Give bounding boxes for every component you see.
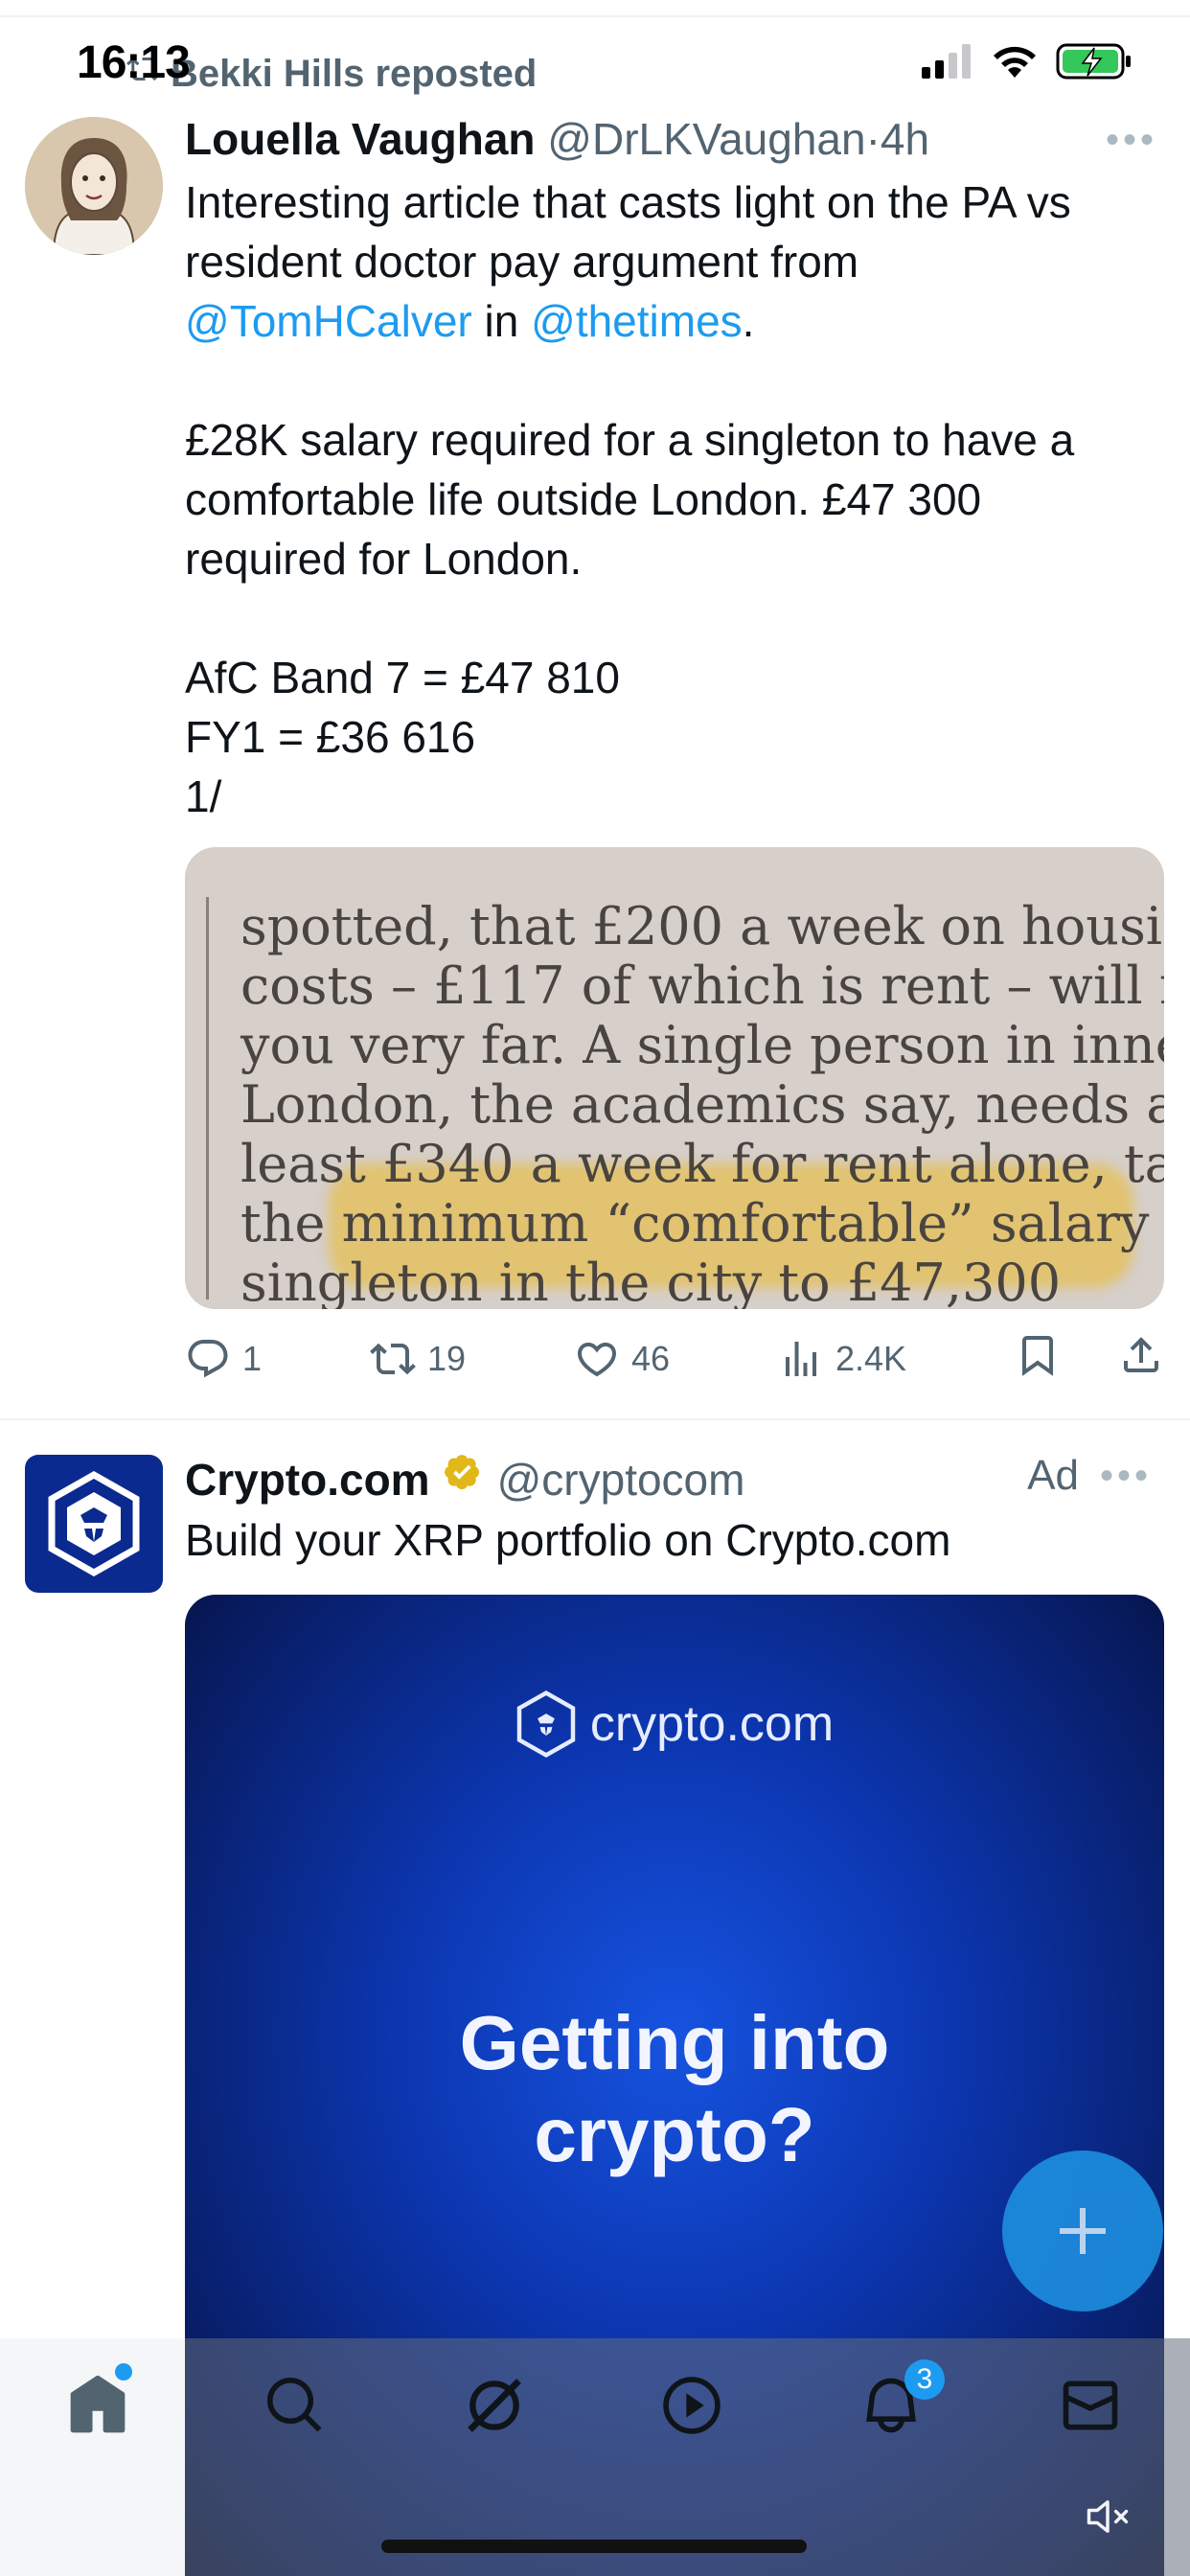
column-rule (206, 897, 209, 1300)
newspaper-line: London, the academics say, needs at (240, 1074, 1164, 1135)
promo-headline: Getting into crypto? (185, 1997, 1164, 2181)
newspaper-text: spotted, that £200 a week on housing cos… (240, 896, 1164, 1310)
promo-headline-line: Getting into (459, 2000, 890, 2085)
dot-separator: · (865, 114, 881, 164)
views-count: 2.4K (835, 1339, 907, 1378)
analytics-icon (785, 1342, 816, 1376)
views-button[interactable]: 2.4K (778, 1336, 906, 1382)
home-indicator (381, 2540, 807, 2553)
status-icons (922, 42, 1133, 85)
wifi-icon (991, 43, 1039, 84)
heart-icon (577, 1343, 616, 1377)
secondary-actions (1015, 1332, 1164, 1387)
nav-search[interactable] (257, 2367, 333, 2444)
tweet-text-line1: Interesting article that casts light on … (185, 177, 1071, 227)
crypto-com-logo-icon (516, 1690, 576, 1758)
promo-brand-text: crypto.com (589, 1696, 835, 1752)
newspaper-line: singleton in the city to £47,300 (240, 1253, 1062, 1310)
mention-link[interactable]: @TomHCalver (185, 296, 472, 346)
home-icon (70, 2375, 126, 2433)
share-button[interactable] (1118, 1332, 1164, 1387)
bookmark-icon (1022, 1335, 1053, 1376)
nav-grok[interactable] (456, 2367, 533, 2444)
tweet-text: Build your XRP portfolio on Crypto.com (185, 1515, 951, 1565)
reply-icon (188, 1340, 228, 1378)
promo-brand: crypto.com (185, 1690, 1164, 1758)
more-options-button[interactable]: ••• (1106, 119, 1157, 162)
repost-count: 19 (426, 1339, 467, 1378)
author-handle[interactable]: @DrLKVaughan (547, 114, 865, 164)
home-unread-dot (115, 2363, 132, 2380)
reply-button[interactable]: 1 (185, 1336, 262, 1382)
newspaper-line: least £340 a week for rent alone, taking (240, 1134, 1164, 1194)
tweet-text-line2: resident doctor pay argument from (185, 237, 859, 287)
bookmark-button[interactable] (1015, 1332, 1061, 1387)
author-handle[interactable]: @cryptocom (497, 1454, 745, 1506)
repost-button[interactable]: 19 (370, 1336, 466, 1382)
reply-count: 1 (242, 1339, 263, 1378)
newspaper-line: spotted, that £200 a week on housing (240, 896, 1164, 956)
top-divider (0, 15, 1190, 17)
crypto-com-logo-icon (48, 1471, 140, 1576)
plus-icon (1060, 2208, 1106, 2254)
speaker-muted-icon (1087, 2500, 1129, 2533)
like-button[interactable]: 46 (574, 1336, 670, 1382)
nav-messages[interactable] (1052, 2367, 1129, 2444)
notification-badge: 3 (904, 2359, 945, 2400)
avatar[interactable] (25, 117, 163, 255)
repost-icon (370, 1343, 416, 1375)
like-count: 46 (630, 1339, 671, 1378)
search-icon (266, 2377, 322, 2432)
avatar[interactable] (25, 1455, 163, 1593)
promo-headline-line: crypto? (534, 2092, 815, 2177)
ad-label: Ad (1027, 1452, 1079, 1499)
author-name[interactable]: Louella Vaughan (185, 114, 536, 164)
ad-meta: Ad ••• (1027, 1452, 1152, 1500)
tweet-time[interactable]: 4h (881, 114, 929, 164)
newspaper-line: you very far. A single person in inner (240, 1015, 1164, 1075)
tweet-text-in: in (471, 296, 532, 346)
mention-link[interactable]: @thetimes (531, 296, 743, 346)
tweet-image[interactable]: spotted, that £200 a week on housing cos… (185, 847, 1164, 1309)
tweet-text-period: . (742, 296, 755, 346)
cellular-signal-icon (922, 44, 973, 83)
nav-video[interactable] (653, 2367, 730, 2444)
tweet-actions: 1 19 46 2.4K (185, 1332, 1164, 1386)
share-icon (1124, 1336, 1158, 1372)
newspaper-line: costs – £117 of which is rent – will not… (240, 955, 1164, 1016)
envelope-icon (1063, 2380, 1118, 2430)
more-options-button[interactable]: ••• (1100, 1455, 1152, 1498)
tweet-paragraph: £28K salary required for a singleton to … (185, 415, 1075, 584)
tweet-divider (0, 1418, 1190, 1420)
compose-button[interactable] (1002, 2150, 1163, 2312)
play-circle-icon (663, 2377, 721, 2434)
grok-icon (468, 2379, 521, 2432)
tweet-header: Crypto.com @cryptocom (185, 1452, 744, 1506)
battery-charging-icon (1056, 42, 1133, 85)
more-dots-icon: ••• (1105, 119, 1157, 161)
verified-badge-icon (442, 1452, 486, 1506)
tweet-text: Interesting article that casts light on … (185, 172, 1153, 826)
author-name[interactable]: Crypto.com (185, 1454, 430, 1506)
tweet-paragraph: AfC Band 7 = £47 810 FY1 = £36 616 1/ (185, 653, 620, 821)
newspaper-line: the minimum “comfortable” salary for a (240, 1193, 1164, 1254)
status-time: 16:13 (77, 37, 191, 88)
unmute-button[interactable] (1083, 2492, 1133, 2546)
repost-label: Bekki Hills reposted (171, 52, 538, 95)
tweet-header: Louella Vaughan @DrLKVaughan·4h (185, 113, 929, 165)
